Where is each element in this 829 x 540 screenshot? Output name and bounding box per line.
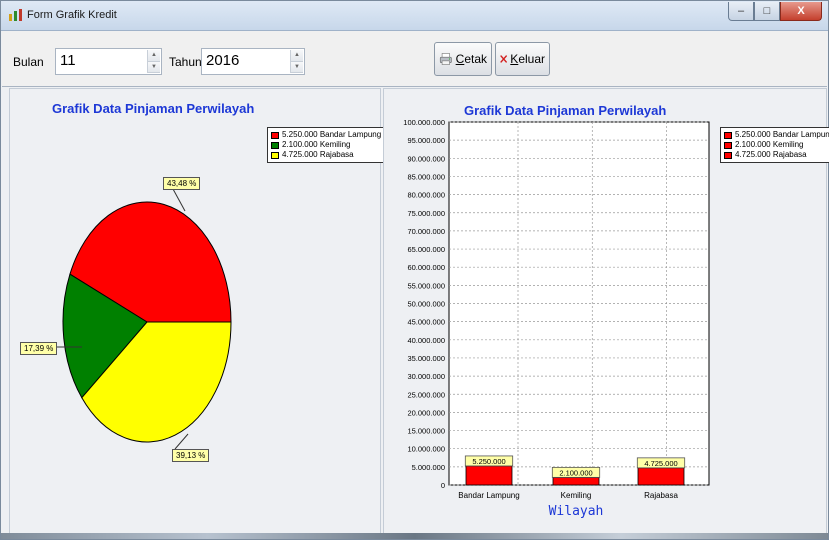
window-controls: – □ X [728,2,822,21]
toolbar: Bulan 11 ▲ ▼ Tahun 2016 ▲ ▼ Cetak Keluar [2,31,827,87]
y-tick-label: 55.000.000 [407,281,445,290]
x-tick-label: Kemiling [561,491,592,500]
pie-chart [48,188,232,450]
bulan-spinner[interactable]: 11 ▲ ▼ [55,48,162,75]
window-title: Form Grafik Kredit [27,9,117,21]
y-tick-label: 85.000.000 [407,172,445,181]
cetak-label: Cetak [455,52,487,66]
y-tick-label: 0 [441,481,445,490]
y-tick-label: 70.000.000 [407,227,445,236]
y-tick-label: 100.000.000 [403,118,445,127]
printer-icon [439,53,452,65]
x-axis-label: Wilayah [549,504,604,519]
pie-label-kemiling: 17,39 % [20,342,58,355]
spin-up-icon[interactable]: ▲ [291,50,303,62]
pie-chart-panel: Grafik Data Pinjaman Perwilayah 5.250.00… [9,88,386,534]
tahun-spinner[interactable]: 2016 ▲ ▼ [201,48,305,75]
y-tick-label: 75.000.000 [407,209,445,218]
y-tick-label: 40.000.000 [407,336,445,345]
bar-value-label: 4.725.000 [644,459,677,468]
cetak-button[interactable]: Cetak [434,42,492,76]
pie-label-rajabasa: 39,13 % [172,449,210,462]
y-tick-label: 80.000.000 [407,191,445,200]
bulan-value[interactable]: 11 [60,52,76,69]
y-tick-label: 10.000.000 [407,445,445,454]
spin-down-icon[interactable]: ▼ [291,61,303,73]
y-tick-label: 30.000.000 [407,372,445,381]
bar-value-label: 5.250.000 [472,457,505,466]
bottom-border [1,533,828,539]
tahun-label: Tahun [169,55,202,69]
bulan-label: Bulan [13,55,44,69]
close-button[interactable]: X [780,2,822,21]
y-tick-label: 25.000.000 [407,390,445,399]
keluar-button[interactable]: Keluar [495,42,550,76]
x-tick-label: Bandar Lampung [458,491,519,500]
tahun-value[interactable]: 2016 [206,52,239,69]
y-tick-label: 65.000.000 [407,245,445,254]
pie-leader-line [172,188,186,212]
keluar-label: Keluar [510,52,545,66]
spin-up-icon[interactable]: ▲ [148,50,160,62]
y-tick-label: 45.000.000 [407,318,445,327]
form-window: Form Grafik Kredit – □ X Bulan 11 ▲ ▼ Ta… [0,0,829,540]
y-tick-label: 15.000.000 [407,427,445,436]
maximize-button[interactable]: □ [754,2,780,21]
bar-chart-panel: Grafik Data Pinjaman Perwilayah 5.250.00… [383,88,829,534]
close-x-icon [500,55,507,63]
x-tick-label: Rajabasa [644,491,678,500]
bar-bandar-lampung [465,465,513,486]
bar-value-label: 2.100.000 [559,468,592,477]
minimize-button[interactable]: – [728,2,754,21]
pie-label-bandar-lampung: 43,48 % [163,177,201,190]
y-tick-label: 95.000.000 [407,136,445,145]
bulan-spin-arrows[interactable]: ▲ ▼ [147,50,160,73]
tahun-spin-arrows[interactable]: ▲ ▼ [290,50,303,73]
bar-kemiling [552,476,600,486]
y-tick-label: 60.000.000 [407,263,445,272]
y-tick-label: 35.000.000 [407,354,445,363]
title-bar[interactable]: Form Grafik Kredit – □ X [1,1,828,31]
y-tick-label: 90.000.000 [407,154,445,163]
y-tick-label: 5.000.000 [412,463,445,472]
app-icon [9,9,22,21]
spin-down-icon[interactable]: ▼ [148,61,160,73]
bar-rajabasa [637,467,685,486]
pie-leader-line [174,433,189,450]
bar-chart: 0 5.000.000 10.000.000 15.000.000 20.000.000… [403,118,710,519]
y-tick-label: 20.000.000 [407,408,445,417]
y-tick-label: 50.000.000 [407,300,445,309]
